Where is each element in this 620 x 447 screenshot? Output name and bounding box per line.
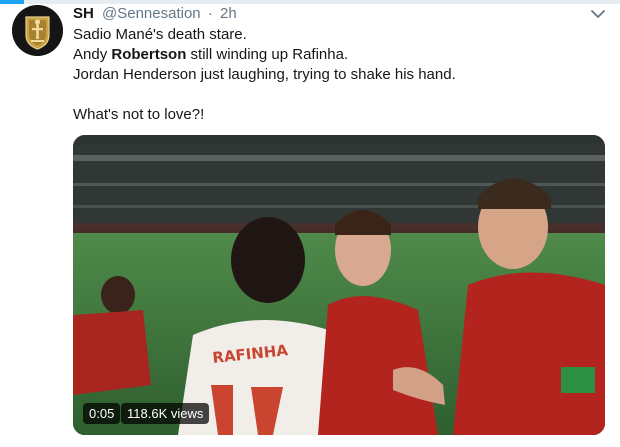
tweet-line-2-prefix: Andy (73, 46, 112, 63)
highlighted-name: Robertson (111, 46, 187, 63)
top-progress-strip (0, 0, 620, 4)
tweet-text: Sadio Mané's death stare. Andy Robertson… (73, 25, 603, 125)
tweet-line-1: Sadio Mané's death stare. (73, 26, 247, 43)
separator-dot: · (207, 5, 213, 22)
user-handle[interactable]: @Sennesation (102, 5, 201, 22)
tweet-line-3: Jordan Henderson just laughing, trying t… (73, 66, 456, 83)
crest-logo (12, 5, 63, 56)
tweet-line-4: What's not to love?! (73, 106, 205, 123)
tweet-menu-button[interactable] (588, 7, 608, 21)
chevron-down-icon (591, 10, 605, 18)
tweet-line-2-suffix: still winding up Rafinha. (186, 46, 349, 63)
avatar[interactable] (12, 5, 63, 56)
display-name[interactable]: SH (73, 5, 94, 22)
duration-badge: 0:05 (83, 403, 121, 424)
views-badge: 118.6K views (121, 403, 210, 424)
video-frame: RAFINHA (73, 135, 605, 435)
tweet-line-2: Andy Robertson still winding up Rafinha. (73, 45, 603, 65)
timestamp[interactable]: 2h (220, 5, 237, 22)
tweet-header: SH @Sennesation · 2h (73, 5, 237, 23)
video-player[interactable]: RAFINHA 0:05 118.6K views (73, 135, 605, 435)
